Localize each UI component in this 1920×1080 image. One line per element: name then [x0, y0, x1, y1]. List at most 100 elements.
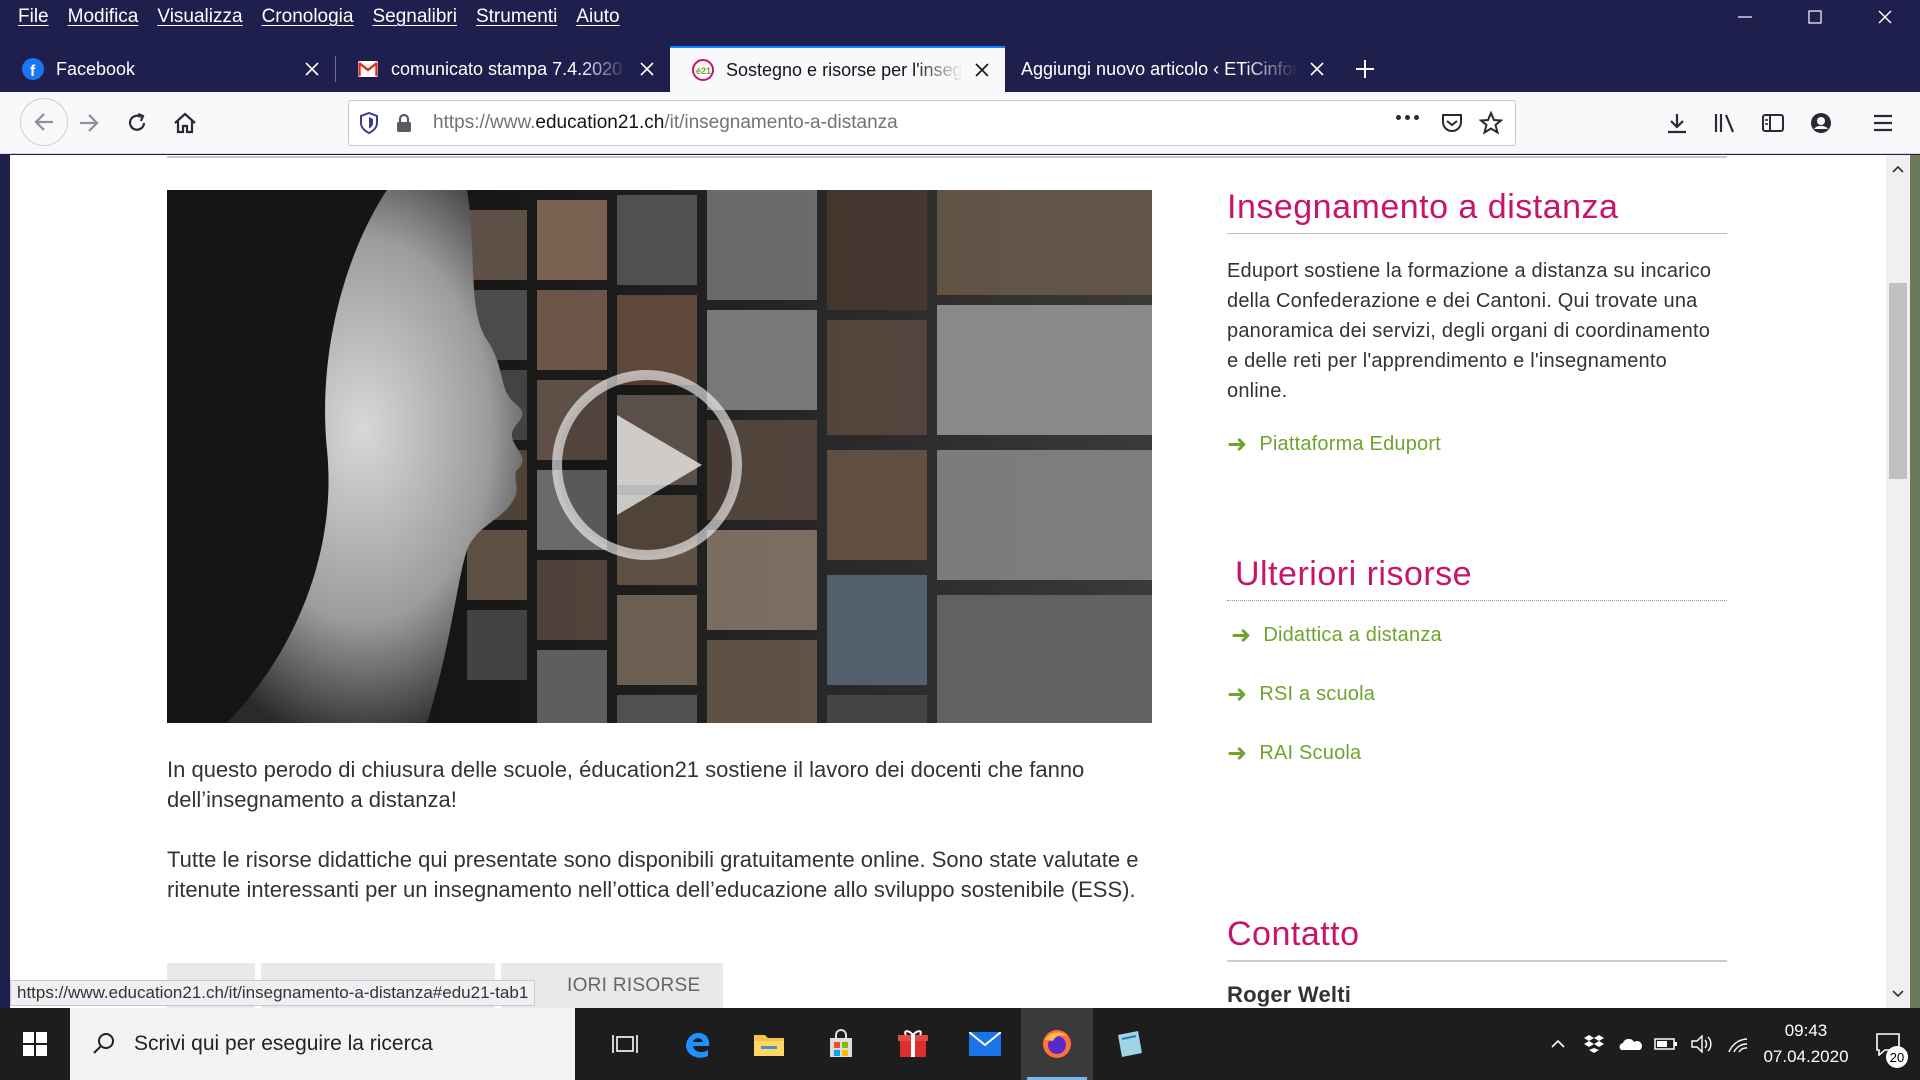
section-title: Insegnamento a distanza: [1227, 188, 1619, 226]
taskbar-gift-app[interactable]: [877, 1008, 949, 1080]
tab-label: Aggiungi nuovo articolo ‹ ETiCinfor: [1021, 58, 1298, 79]
reload-button[interactable]: [120, 106, 154, 140]
battery-icon[interactable]: [1648, 1008, 1684, 1080]
home-button[interactable]: [168, 106, 202, 140]
gift-icon: [898, 1030, 928, 1057]
downloads-button[interactable]: [1660, 106, 1694, 140]
show-hidden-icons[interactable]: [1540, 1008, 1576, 1080]
notification-count: 20: [1886, 1046, 1908, 1068]
menu-button[interactable]: [1866, 106, 1900, 140]
volume-icon[interactable]: [1684, 1008, 1720, 1080]
menu-aiuto[interactable]: Aiuto: [576, 6, 619, 28]
tab-label: comunicato stampa 7.4.2020 -: [391, 58, 628, 79]
url-path: /it/insegnamento-a-distanza: [664, 112, 898, 133]
tab-education21[interactable]: é21 Sostegno e risorse per l'insegna: [670, 46, 1005, 92]
task-view-button[interactable]: [589, 1008, 661, 1080]
menu-visualizza[interactable]: Visualizza: [157, 6, 242, 28]
close-window-button[interactable]: [1850, 0, 1920, 34]
page-actions-icon[interactable]: [1396, 115, 1419, 120]
system-tray: 09:43 07.04.2020 20: [1540, 1008, 1920, 1080]
account-icon: [1811, 113, 1831, 133]
tab-strip: f Facebook comunicato stampa 7.4.2020 - …: [0, 46, 1920, 92]
link-rsi-a-scuola[interactable]: ➜ RSI a scuola: [1227, 680, 1727, 709]
windows-taskbar: Scrivi qui per eseguire la ricerca 09:43…: [0, 1008, 1920, 1080]
menu-cronologia[interactable]: Cronologia: [262, 6, 354, 28]
lock-icon[interactable]: [395, 113, 413, 133]
onedrive-icon[interactable]: [1612, 1008, 1648, 1080]
intro-text: In questo perodo di chiusura delle scuol…: [167, 755, 1207, 905]
scroll-up-icon[interactable]: [1886, 159, 1910, 179]
link-didattica-a-distanza[interactable]: ➜ Didattica a distanza: [1227, 621, 1727, 650]
vertical-scrollbar[interactable]: [1886, 155, 1910, 1008]
close-tab-icon[interactable]: [1306, 58, 1328, 80]
edge-icon: [686, 1032, 710, 1058]
facebook-icon: f: [22, 58, 44, 80]
pocket-icon[interactable]: [1441, 112, 1463, 134]
page-viewport: In questo perodo di chiusura delle scuol…: [10, 155, 1886, 1008]
reload-icon: [128, 112, 146, 131]
action-center-button[interactable]: 20: [1856, 1008, 1920, 1080]
back-button[interactable]: [20, 98, 68, 146]
minimize-icon: [1738, 16, 1752, 18]
account-button[interactable]: [1804, 106, 1838, 140]
contact-name: Roger Welti: [1227, 982, 1352, 1007]
section-title: Contatto: [1227, 915, 1360, 953]
arrow-right-icon: ➜: [1227, 431, 1248, 458]
scroll-down-icon[interactable]: [1886, 984, 1910, 1004]
start-button[interactable]: [0, 1008, 70, 1080]
taskbar-notes-app[interactable]: [1093, 1008, 1165, 1080]
clock-date: 07.04.2020: [1763, 1047, 1849, 1066]
section-description: Eduport sostiene la formazione a distanz…: [1227, 260, 1712, 402]
menu-modifica[interactable]: Modifica: [68, 6, 139, 28]
close-tab-icon[interactable]: [636, 58, 658, 80]
firefox-window: File Modifica Visualizza Cronologia Segn…: [0, 0, 1920, 1008]
link-label: Piattaforma Eduport: [1259, 433, 1441, 455]
video-thumbnail: [167, 190, 1152, 723]
library-icon: [1714, 114, 1735, 133]
store-icon: [830, 1029, 852, 1057]
home-icon: [174, 112, 196, 134]
menu-segnalibri[interactable]: Segnalibri: [372, 6, 457, 28]
taskbar-store[interactable]: [805, 1008, 877, 1080]
shield-icon[interactable]: [359, 112, 379, 134]
menu-strumenti[interactable]: Strumenti: [476, 6, 557, 28]
new-tab-button[interactable]: [1340, 46, 1390, 92]
clock-time: 09:43: [1784, 1021, 1828, 1040]
close-tab-icon[interactable]: [301, 58, 323, 80]
url-text[interactable]: https://www.education21.ch/it/insegnamen…: [433, 112, 898, 134]
video-player[interactable]: [167, 190, 1152, 723]
windows-logo-icon: [23, 1032, 47, 1056]
taskbar-firefox[interactable]: [1021, 1008, 1093, 1080]
divider: [1227, 233, 1727, 234]
taskbar-mail[interactable]: [949, 1008, 1021, 1080]
taskbar-edge[interactable]: [661, 1008, 733, 1080]
sidebar-button[interactable]: [1756, 106, 1790, 140]
tab-eticinfo[interactable]: Aggiungi nuovo articolo ‹ ETiCinfor: [1005, 46, 1340, 92]
library-button[interactable]: [1708, 106, 1742, 140]
gmail-icon: [357, 58, 379, 80]
bookmark-star-icon[interactable]: [1479, 111, 1503, 135]
intro-paragraph-1: In questo perodo di chiusura delle scuol…: [167, 757, 1085, 812]
clock[interactable]: 09:43 07.04.2020: [1756, 1018, 1856, 1070]
taskbar-file-explorer[interactable]: [733, 1008, 805, 1080]
address-bar[interactable]: https://www.education21.ch/it/insegnamen…: [348, 100, 1516, 146]
link-label: RSI a scuola: [1259, 683, 1376, 705]
scrollbar-thumb[interactable]: [1889, 283, 1907, 479]
tab-gmail[interactable]: comunicato stampa 7.4.2020 -: [335, 46, 670, 92]
maximize-button[interactable]: [1780, 0, 1850, 34]
forward-button[interactable]: [72, 106, 106, 140]
desktop-background: [1910, 155, 1920, 1008]
task-view-icon: [612, 1035, 638, 1053]
sidebar-further-resources: Ulteriori risorse ➜ Didattica a distanza…: [1227, 555, 1727, 768]
dropbox-icon[interactable]: [1576, 1008, 1612, 1080]
menu-file[interactable]: File: [18, 6, 49, 28]
url-prefix: https://www.: [433, 112, 536, 133]
tab-facebook[interactable]: f Facebook: [0, 46, 335, 92]
window-controls: [1710, 0, 1920, 34]
wifi-icon[interactable]: [1720, 1008, 1756, 1080]
link-rai-scuola[interactable]: ➜ RAI Scuola: [1227, 739, 1727, 768]
close-tab-icon[interactable]: [971, 59, 993, 81]
minimize-button[interactable]: [1710, 0, 1780, 34]
taskbar-search[interactable]: Scrivi qui per eseguire la ricerca: [70, 1008, 575, 1080]
link-piattaforma-eduport[interactable]: ➜ Piattaforma Eduport: [1227, 430, 1727, 459]
